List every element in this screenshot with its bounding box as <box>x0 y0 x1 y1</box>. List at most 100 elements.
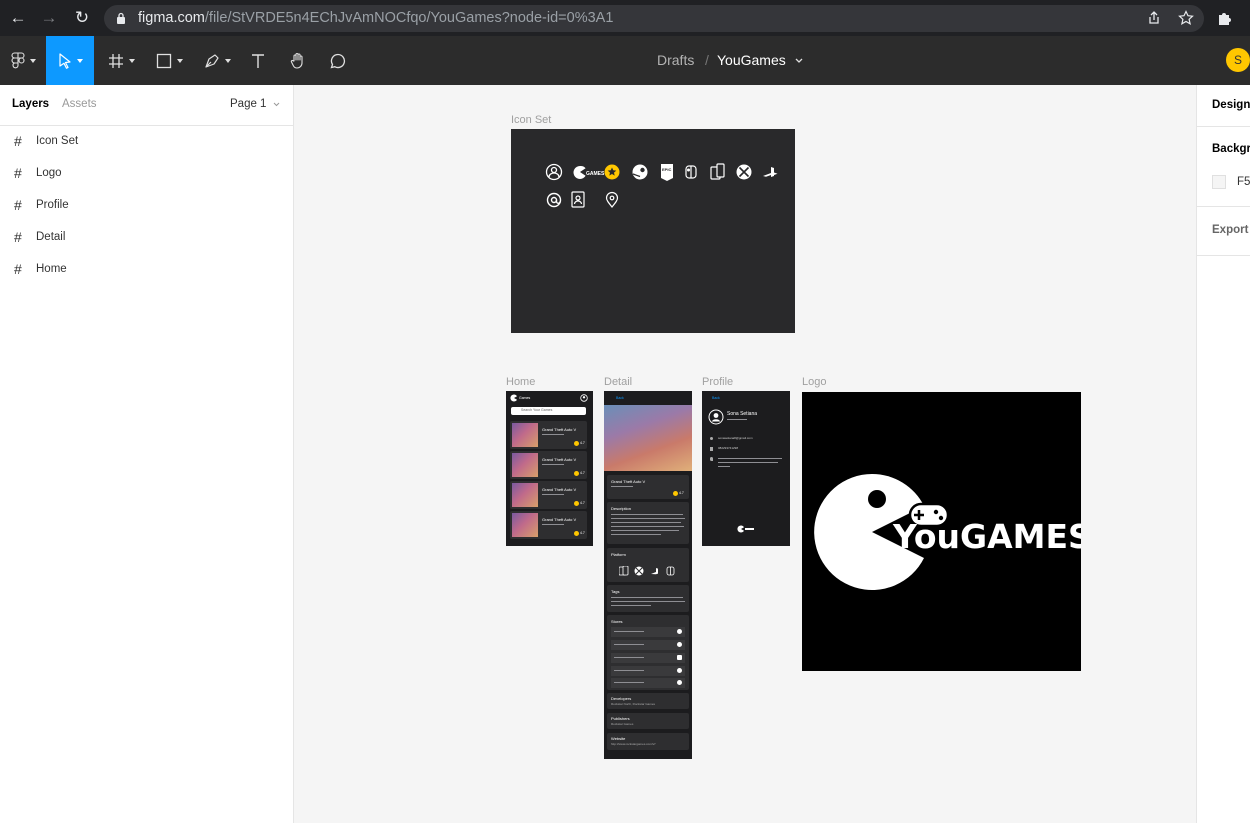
layer-row-profile[interactable]: # Profile <box>0 190 293 222</box>
page-selector-label: Page 1 <box>230 98 267 110</box>
game-card-title: Grand Theft Auto V <box>542 517 577 522</box>
frame-label-home[interactable]: Home <box>506 376 535 388</box>
avatar[interactable]: S <box>1226 48 1250 72</box>
home-frame[interactable]: Games Search Your Games Grand Theft Auto… <box>506 391 593 546</box>
detail-game-title: Grand Theft Auto V <box>611 479 646 484</box>
frame-tool-button[interactable] <box>100 36 142 85</box>
extensions-puzzle-icon[interactable] <box>1216 9 1234 27</box>
star-icon <box>673 491 678 496</box>
background-color-swatch[interactable] <box>1212 175 1226 189</box>
steam-icon <box>632 164 648 180</box>
properties-panel: Design Backgro F5 Export <box>1196 85 1250 823</box>
website-heading: Website <box>611 736 626 741</box>
tab-layers[interactable]: Layers <box>12 98 49 110</box>
multi-device-icon <box>710 163 725 180</box>
game-card-rating: 4.7 <box>580 531 585 535</box>
design-canvas[interactable]: Icon Set GAMES EPIC Home Games Search Yo… <box>294 85 1196 823</box>
layer-row-home[interactable]: # Home <box>0 254 293 286</box>
frame-label-detail[interactable]: Detail <box>604 376 632 388</box>
detail-frame[interactable]: Back Grand Theft Auto V 4.7 Description … <box>604 391 692 759</box>
frame-label-logo[interactable]: Logo <box>802 376 826 388</box>
frame-hash-icon: # <box>14 261 22 277</box>
frame-label-profile[interactable]: Profile <box>702 376 733 388</box>
layer-name: Logo <box>36 167 62 179</box>
stores-heading: Stores <box>611 619 623 624</box>
website-value: http://www.rockstargames.com/V/ <box>611 742 656 746</box>
layer-name: Home <box>36 263 67 275</box>
rectangle-icon <box>156 53 171 68</box>
frame-hash-icon: # <box>14 133 22 149</box>
game-card: Grand Theft Auto V 4.7 <box>510 451 587 479</box>
hand-icon <box>290 52 303 69</box>
text-tool-button[interactable] <box>244 36 272 85</box>
publishers-heading: Publishers <box>611 716 630 721</box>
shape-tool-button[interactable] <box>148 36 190 85</box>
layer-row-logo[interactable]: # Logo <box>0 158 293 190</box>
game-card-rating: 4.7 <box>580 501 585 505</box>
game-thumbnail <box>512 453 538 477</box>
move-tool-button[interactable] <box>46 36 94 85</box>
game-thumbnail <box>512 423 538 447</box>
detail-hero-image <box>604 405 692 471</box>
hand-tool-button[interactable] <box>284 36 312 85</box>
developers-value: Rockstar North, Rockstar Games <box>611 702 656 706</box>
pacman-logo-icon <box>737 525 754 533</box>
platform-icons <box>619 566 675 576</box>
comment-tool-button[interactable] <box>324 36 352 85</box>
breadcrumb-separator: / <box>705 52 709 68</box>
location-pin-icon <box>710 457 713 461</box>
logo-frame[interactable]: YouGAMES <box>802 392 1092 671</box>
game-card: Grand Theft Auto V 4.7 <box>510 421 587 449</box>
home-brand-text: Games <box>519 396 531 400</box>
tab-assets[interactable]: Assets <box>62 98 97 110</box>
chevron-down-icon <box>273 102 280 107</box>
detail-platform-card: Platform <box>607 548 689 582</box>
detail-rating: 4.7 <box>679 491 684 495</box>
main-menu-button[interactable] <box>0 36 46 85</box>
game-card: Grand Theft Auto V 4.7 <box>510 511 587 539</box>
game-card-title: Grand Theft Auto V <box>542 487 577 492</box>
frame-label-icon-set[interactable]: Icon Set <box>511 114 551 126</box>
detail-description-card: Description <box>607 502 689 544</box>
figma-logo-icon <box>10 51 25 68</box>
address-bar[interactable]: figma.com/file/StVRDE5n4EChJvAmNOCfqo/Yo… <box>104 5 1204 32</box>
profile-name: Sona Setiana <box>727 411 758 417</box>
share-icon[interactable] <box>1146 10 1162 26</box>
svg-text:EPIC: EPIC <box>662 167 671 172</box>
profile-frame[interactable]: Back Sona Setiana sonasetiana8@gmail.com… <box>702 391 790 546</box>
tags-heading: Tags <box>611 589 620 594</box>
forward-arrow-icon[interactable]: → <box>37 6 61 30</box>
contact-card-icon <box>571 191 585 208</box>
background-value[interactable]: F5 <box>1237 176 1250 188</box>
star-badge-icon <box>604 164 620 180</box>
developers-heading: Developers <box>611 696 632 701</box>
game-card-rating: 4.7 <box>580 441 585 445</box>
game-card-title: Grand Theft Auto V <box>542 427 577 432</box>
frame-hash-icon <box>108 53 123 68</box>
layer-row-detail[interactable]: # Detail <box>0 222 293 254</box>
layer-row-icon-set[interactable]: # Icon Set <box>0 126 293 158</box>
icon-set-frame[interactable]: GAMES EPIC <box>511 129 795 333</box>
export-label[interactable]: Export <box>1212 224 1248 236</box>
detail-developers-card: Developers Rockstar North, Rockstar Game… <box>607 693 689 709</box>
detail-website-card: Website http://www.rockstargames.com/V/ <box>607 733 689 750</box>
chevron-down-icon[interactable] <box>795 58 803 64</box>
detail-stores-card: Stores <box>607 615 689 690</box>
reload-icon[interactable]: ↻ <box>70 6 94 30</box>
at-sign-icon <box>710 437 713 440</box>
page-selector[interactable]: Page 1 <box>230 98 280 110</box>
search-placeholder: Search Your Games <box>521 408 553 412</box>
pen-tool-button[interactable] <box>196 36 238 85</box>
pacman-logo-icon <box>510 394 517 402</box>
file-name[interactable]: YouGames <box>717 52 786 68</box>
tab-design[interactable]: Design <box>1212 99 1250 111</box>
back-arrow-icon[interactable]: ← <box>6 6 30 30</box>
bookmark-star-icon[interactable] <box>1178 10 1194 26</box>
game-card: Grand Theft Auto V 4.7 <box>510 481 587 509</box>
layer-name: Detail <box>36 231 66 243</box>
star-icon <box>574 531 579 536</box>
breadcrumb-drafts[interactable]: Drafts <box>657 52 694 68</box>
layer-name: Icon Set <box>36 135 79 147</box>
profile-phone: 082293741298 <box>718 446 739 450</box>
epic-games-icon: EPIC <box>661 164 673 181</box>
